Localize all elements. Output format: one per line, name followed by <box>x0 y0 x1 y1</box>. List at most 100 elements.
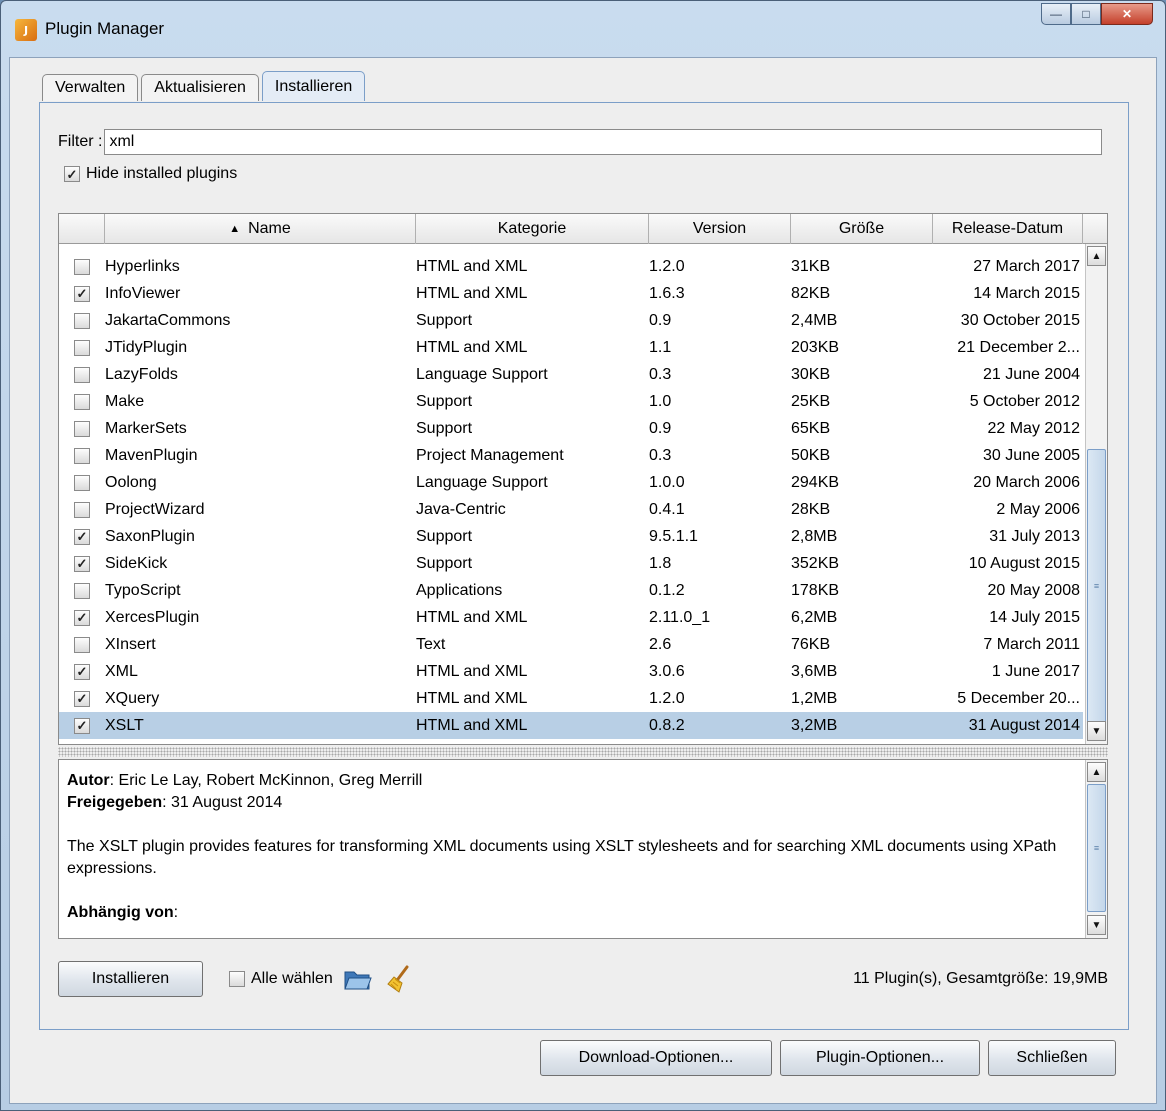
maximize-button[interactable]: □ <box>1071 3 1101 25</box>
scroll-up-button[interactable]: ▲ <box>1087 246 1106 266</box>
cell-name: XQuery <box>105 689 160 707</box>
install-button[interactable]: Installieren <box>58 961 203 997</box>
dialog-footer: Download-Optionen... Plugin-Optionen... … <box>540 1040 1124 1076</box>
cell-category: Project Management <box>416 446 564 464</box>
table-row[interactable]: XInsert Text 2.6 76KB 7 March 2011 <box>59 631 1083 658</box>
table-row[interactable]: ✓ SideKick Support 1.8 352KB 10 August 2015 <box>59 550 1083 577</box>
tab-verwalten[interactable]: Verwalten <box>42 74 139 101</box>
open-folder-icon[interactable] <box>341 962 375 996</box>
cell-date: 20 March 2006 <box>973 473 1080 491</box>
filter-input[interactable] <box>104 129 1103 155</box>
cell-name: SideKick <box>105 554 168 572</box>
table-row[interactable]: JakartaCommons Support 0.9 2,4MB 30 October … <box>59 307 1083 334</box>
row-checkbox[interactable] <box>74 339 90 356</box>
cell-size: 50KB <box>791 446 831 464</box>
row-checkbox[interactable]: ✓ <box>74 285 90 302</box>
table-row[interactable]: ✓ XSLT HTML and XML 0.8.2 3,2MB 31 August 201… <box>59 712 1083 739</box>
cell-date: 7 March 2011 <box>983 635 1080 653</box>
row-checkbox-cell <box>59 334 105 361</box>
scroll-thumb[interactable]: ≡ <box>1087 449 1106 723</box>
row-checkbox[interactable] <box>74 582 90 599</box>
table-row[interactable]: MarkerSets Support 0.9 65KB 22 May 2012 <box>59 415 1083 442</box>
download-options-button[interactable]: Download-Optionen... <box>540 1040 772 1076</box>
cell-date: 27 March 2017 <box>973 257 1080 275</box>
title-bar[interactable]: J Plugin Manager — □ ✕ <box>1 1 1165 57</box>
table-row[interactable]: LazyFolds Language Support 0.3 30KB 21 June … <box>59 361 1083 388</box>
header-checkbox-column[interactable] <box>59 214 105 244</box>
table-row[interactable]: MavenPlugin Project Management 0.3 50KB 30 J… <box>59 442 1083 469</box>
cell-version: 0.3 <box>649 446 672 464</box>
row-checkbox[interactable]: ✓ <box>74 690 90 707</box>
split-divider[interactable] <box>58 747 1108 757</box>
table-row[interactable]: Make Support 1.0 25KB 5 October 2012 <box>59 388 1083 415</box>
cell-size: 6,2MB <box>791 608 838 626</box>
select-all-row[interactable]: Alle wählen <box>229 970 333 988</box>
desc-scroll-up-button[interactable]: ▲ <box>1087 762 1106 782</box>
row-checkbox[interactable] <box>74 501 90 518</box>
cell-size: 76KB <box>791 635 831 653</box>
row-checkbox[interactable] <box>74 474 90 491</box>
cell-size: 294KB <box>791 473 840 491</box>
tab-aktualisieren[interactable]: Aktualisieren <box>141 74 259 101</box>
row-checkbox[interactable] <box>74 636 90 653</box>
row-checkbox[interactable]: ✓ <box>74 663 90 680</box>
table-row[interactable]: JTidyPlugin HTML and XML 1.1 203KB 21 Decemb… <box>59 334 1083 361</box>
tab-installieren[interactable]: Installieren <box>261 71 366 101</box>
broom-clear-icon[interactable] <box>383 962 417 996</box>
depends-label: Abhängig von <box>67 904 174 921</box>
cell-date: 14 March 2015 <box>973 284 1080 302</box>
table-row[interactable]: ✓ XercesPlugin HTML and XML 2.11.0_1 6,2MB 14… <box>59 604 1083 631</box>
cell-date: 31 August 2014 <box>968 716 1080 734</box>
table-row[interactable]: Hyperlinks HTML and XML 1.2.0 31KB 27 March … <box>59 253 1083 280</box>
row-checkbox[interactable] <box>74 258 90 275</box>
hide-installed-row[interactable]: ✓ Hide installed plugins <box>64 165 237 183</box>
table-row[interactable]: ProjectWizard Java-Centric 0.4.1 28KB 2 May … <box>59 496 1083 523</box>
cell-version: 0.1.2 <box>649 581 685 599</box>
table-scrollbar[interactable]: ▲ ≡ ▼ <box>1085 244 1107 744</box>
row-checkbox[interactable]: ✓ <box>74 528 90 545</box>
header-version[interactable]: Version <box>649 214 791 244</box>
description-scrollbar[interactable]: ▲ ≡ ▼ <box>1085 760 1107 938</box>
header-name[interactable]: ▲ Name <box>105 214 416 244</box>
close-window-button[interactable]: ✕ <box>1101 3 1153 25</box>
header-groesse[interactable]: Größe <box>791 214 933 244</box>
cell-size: 3,6MB <box>791 662 838 680</box>
cell-name: JakartaCommons <box>105 311 231 329</box>
window-controls: — □ ✕ <box>1041 3 1153 25</box>
grip-icon: ≡ <box>1093 581 1100 591</box>
table-row[interactable]: Oolong Language Support 1.0.0 294KB 20 March… <box>59 469 1083 496</box>
cell-category: HTML and XML <box>416 284 528 302</box>
row-checkbox[interactable] <box>74 447 90 464</box>
header-release-datum[interactable]: Release-Datum <box>933 214 1083 244</box>
plugin-table: ▲ Name Kategorie Version Größe Release-D… <box>58 213 1108 745</box>
table-row[interactable]: ✓ XQuery HTML and XML 1.2.0 1,2MB 5 December … <box>59 685 1083 712</box>
header-kategorie[interactable]: Kategorie <box>416 214 649 244</box>
table-row[interactable]: ✓ InfoViewer HTML and XML 1.6.3 82KB 14 March… <box>59 280 1083 307</box>
table-row[interactable]: TypoScript Applications 0.1.2 178KB 20 May 2… <box>59 577 1083 604</box>
scroll-down-button[interactable]: ▼ <box>1087 721 1106 741</box>
close-button[interactable]: Schließen <box>988 1040 1116 1076</box>
row-checkbox[interactable] <box>74 366 90 383</box>
row-checkbox[interactable]: ✓ <box>74 555 90 572</box>
description-body: The XSLT plugin provides features for tr… <box>67 838 1057 877</box>
table-row[interactable]: ✓ SaxonPlugin Support 9.5.1.1 2,8MB 31 July 2… <box>59 523 1083 550</box>
cell-category: Applications <box>416 581 503 599</box>
desc-scroll-down-button[interactable]: ▼ <box>1087 915 1106 935</box>
table-row[interactable]: ✓ XML HTML and XML 3.0.6 3,6MB 1 June 2017 <box>59 658 1083 685</box>
row-checkbox[interactable]: ✓ <box>74 717 90 734</box>
select-all-checkbox[interactable] <box>229 971 245 987</box>
cell-category: HTML and XML <box>416 716 528 734</box>
plugin-options-button[interactable]: Plugin-Optionen... <box>780 1040 980 1076</box>
row-checkbox[interactable] <box>74 420 90 437</box>
desc-scroll-thumb[interactable]: ≡ <box>1087 784 1106 912</box>
row-checkbox[interactable] <box>74 393 90 410</box>
cell-name: Make <box>105 392 145 410</box>
hide-installed-checkbox[interactable]: ✓ <box>64 166 80 182</box>
row-checkbox[interactable] <box>74 312 90 329</box>
cell-version: 1.2.0 <box>649 257 685 275</box>
released-line: Freigegeben: 31 August 2014 <box>67 792 1077 814</box>
filter-label: Filter : <box>58 133 103 150</box>
row-checkbox[interactable]: ✓ <box>74 609 90 626</box>
cell-version: 1.2.0 <box>649 689 685 707</box>
minimize-button[interactable]: — <box>1041 3 1071 25</box>
